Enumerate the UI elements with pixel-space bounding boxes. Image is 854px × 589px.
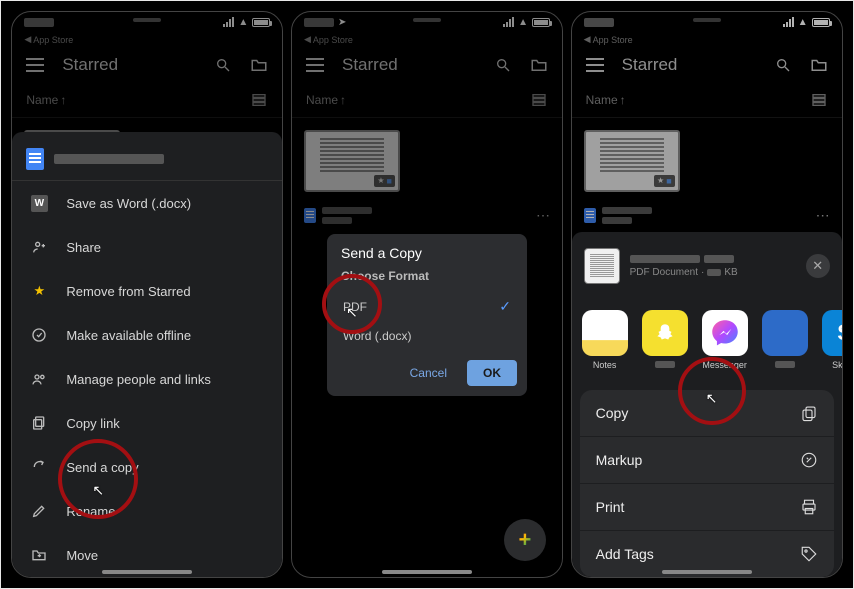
sort-row[interactable]: Name↑ [292, 83, 562, 118]
notes-icon [582, 310, 628, 356]
file-name-label [322, 207, 372, 214]
people-icon [30, 370, 48, 388]
menu-remove-starred[interactable]: ★ Remove from Starred [12, 269, 282, 313]
skype-icon: S [822, 310, 842, 356]
share-icon [30, 238, 48, 256]
share-app-notes[interactable]: Notes [582, 310, 628, 370]
wifi-icon: ▲ [518, 17, 528, 28]
check-icon: ✓ [499, 298, 511, 315]
menu-offline[interactable]: Make available offline [12, 313, 282, 357]
menu-icon[interactable] [26, 56, 44, 74]
modal-heading: Choose Format [327, 265, 527, 291]
share-actions-list: Copy Markup Print Add Tags [580, 390, 834, 577]
share-app-skype[interactable]: S Skype [822, 310, 842, 370]
action-markup[interactable]: Markup [580, 437, 834, 484]
menu-save-word[interactable]: W Save as Word (.docx) [12, 181, 282, 225]
markup-icon [800, 451, 818, 469]
time-label [24, 18, 54, 27]
star-icon: ★ [30, 282, 48, 300]
wifi-icon: ▲ [238, 17, 248, 28]
menu-icon[interactable] [306, 56, 324, 74]
modal-option-pdf[interactable]: PDF ✓ [327, 291, 527, 322]
file-row[interactable]: ⋯ [292, 204, 562, 224]
share-header: PDF Document · KB ✕ [572, 240, 842, 292]
share-apps-row[interactable]: Notes Messenger S Skype [572, 292, 842, 384]
folder-icon[interactable] [530, 56, 548, 74]
share-file-name [630, 255, 700, 263]
send-copy-modal: Send a Copy Choose Format PDF ✓ Word (.d… [327, 234, 527, 396]
view-toggle-icon[interactable] [530, 91, 548, 109]
menu-rename[interactable]: Rename [12, 489, 282, 533]
phone-screen-3: ▲ ◀App Store Starred Name↑ [571, 11, 843, 578]
phone-notch [102, 12, 192, 28]
document-thumbnail[interactable]: ★■ [304, 130, 400, 192]
signal-icon [503, 17, 514, 27]
sort-row[interactable]: Name↑ [12, 83, 282, 118]
tag-icon [800, 545, 818, 563]
home-indicator [102, 570, 192, 574]
context-menu-sheet: W Save as Word (.docx) Share ★ Remove fr… [12, 132, 282, 577]
close-icon[interactable]: ✕ [806, 254, 830, 278]
doc-file-icon [304, 208, 316, 223]
menu-share[interactable]: Share [12, 225, 282, 269]
file-name-label [54, 154, 164, 164]
snapchat-icon [642, 310, 688, 356]
modal-option-word[interactable]: Word (.docx) [327, 322, 527, 350]
view-toggle-icon[interactable] [250, 91, 268, 109]
move-icon [30, 546, 48, 564]
location-icon: ➤ [338, 17, 346, 28]
print-icon [800, 498, 818, 516]
signal-icon [223, 17, 234, 27]
menu-send-copy[interactable]: Send a copy [12, 445, 282, 489]
messenger-icon [702, 310, 748, 356]
copy-icon [800, 404, 818, 422]
action-print[interactable]: Print [580, 484, 834, 531]
app-header: Starred [292, 47, 562, 83]
app-icon [762, 310, 808, 356]
home-indicator [662, 570, 752, 574]
action-copy[interactable]: Copy [580, 390, 834, 437]
file-meta-label [322, 217, 352, 224]
home-indicator [382, 570, 472, 574]
phone-notch [382, 12, 472, 28]
page-title: Starred [62, 55, 118, 75]
search-icon[interactable] [494, 56, 512, 74]
page-title: Starred [342, 55, 398, 75]
phone-screen-1: ▲ ◀App Store Starred Name↑ [11, 11, 283, 578]
share-sheet: PDF Document · KB ✕ Notes Messenger [572, 232, 842, 577]
app-header: Starred [12, 47, 282, 83]
offline-icon [30, 326, 48, 344]
time-label [304, 18, 334, 27]
back-to-appstore[interactable]: ◀App Store [12, 32, 282, 47]
menu-copy-link[interactable]: Copy link [12, 401, 282, 445]
modal-title: Send a Copy [327, 234, 527, 265]
battery-icon [252, 18, 270, 27]
cancel-button[interactable]: Cancel [400, 360, 457, 386]
file-more-icon[interactable]: ⋯ [536, 207, 550, 224]
rename-icon [30, 502, 48, 520]
doc-file-icon [26, 148, 44, 170]
add-button[interactable]: + [504, 519, 546, 561]
ok-button[interactable]: OK [467, 360, 517, 386]
folder-icon[interactable] [250, 56, 268, 74]
battery-icon [532, 18, 550, 27]
back-to-appstore[interactable]: ◀App Store [292, 32, 562, 47]
phone-screen-2: ➤ ▲ ◀App Store Starred Name [291, 11, 563, 578]
share-app-unknown[interactable] [762, 310, 808, 370]
word-icon: W [30, 194, 48, 212]
phone-notch [662, 12, 752, 28]
menu-manage-people[interactable]: Manage people and links [12, 357, 282, 401]
copylink-icon [30, 414, 48, 432]
sort-label: Name↑ [26, 93, 66, 107]
share-doc-icon [584, 248, 620, 284]
menu-file-header [12, 138, 282, 181]
share-app-snapchat[interactable] [642, 310, 688, 370]
share-app-messenger[interactable]: Messenger [702, 310, 748, 370]
search-icon[interactable] [214, 56, 232, 74]
sendcopy-icon [30, 458, 48, 476]
